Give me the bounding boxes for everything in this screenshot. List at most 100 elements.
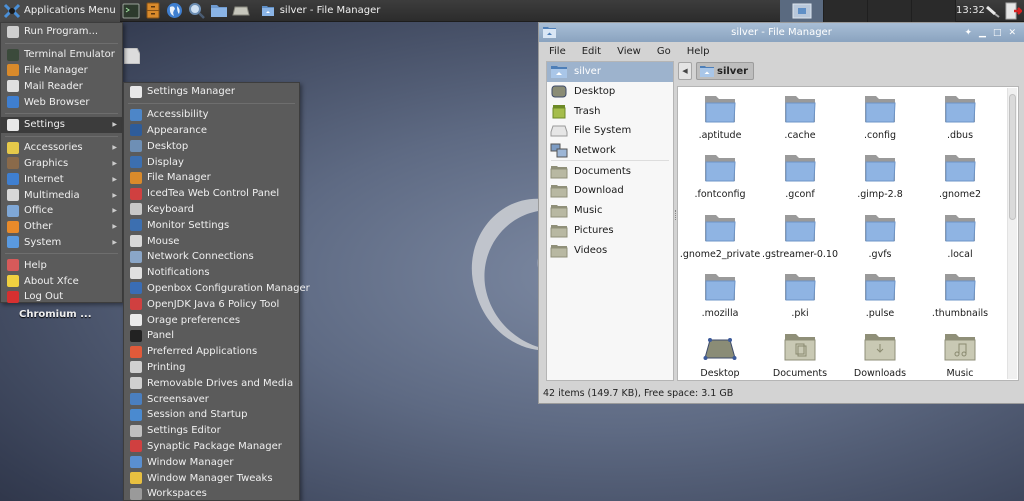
settings-item-openbox-configuration-manager[interactable]: Openbox Configuration Manager [124, 281, 310, 297]
vertical-scrollbar[interactable] [1007, 88, 1017, 379]
file-item[interactable]: .fontconfig [680, 146, 760, 205]
file-item[interactable]: .aptitude [680, 87, 760, 146]
file-item[interactable]: .pki [760, 265, 840, 324]
menu-item-system[interactable]: System ▶ [1, 235, 122, 251]
window-menu-icon[interactable] [543, 26, 556, 38]
file-item[interactable]: .gstreamer-0.10 [760, 206, 840, 265]
menubar-edit[interactable]: Edit [582, 46, 601, 57]
menu-item-other[interactable]: Other ▶ [1, 219, 122, 235]
settings-item-window-manager[interactable]: Window Manager [124, 454, 299, 470]
maximize-button-icon[interactable]: □ [993, 28, 1002, 38]
sidebar-item-download[interactable]: Download [547, 181, 673, 201]
menubar-file[interactable]: File [549, 46, 566, 57]
settings-item-session-and-startup[interactable]: Session and Startup [124, 407, 299, 423]
menu-item-web-browser[interactable]: Web Browser [1, 94, 122, 110]
applications-menu-button[interactable]: Applications Menu [0, 0, 120, 22]
menu-item-mail-reader[interactable]: Mail Reader [1, 78, 122, 94]
minimize-button-icon[interactable]: ▁ [979, 28, 986, 38]
settings-item-workspaces[interactable]: Workspaces [124, 486, 299, 501]
taskbar-button-file-manager[interactable]: silver - File Manager [254, 0, 389, 22]
menubar-go[interactable]: Go [657, 46, 671, 57]
file-manager-launcher[interactable] [142, 0, 164, 22]
workspace-3[interactable] [868, 0, 912, 22]
sidebar-item-pictures[interactable]: Pictures [547, 221, 673, 241]
file-item[interactable]: .dbus [920, 87, 1000, 146]
file-item[interactable]: Desktop [680, 325, 760, 380]
file-item[interactable]: Music [920, 325, 1000, 380]
file-item[interactable]: .config [840, 87, 920, 146]
clock[interactable]: 13:32 [956, 0, 985, 22]
settings-item-mouse[interactable]: Mouse [124, 233, 299, 249]
file-item[interactable]: .gnome2 [920, 146, 1000, 205]
settings-item-settings-editor[interactable]: Settings Editor [124, 423, 299, 439]
settings-item-icedtea-web-control-panel[interactable]: IcedTea Web Control Panel [124, 186, 299, 202]
home-folder-launcher[interactable] [208, 0, 230, 22]
desktop-drive-icon[interactable] [124, 48, 140, 64]
menu-item-file-manager[interactable]: File Manager [1, 63, 122, 79]
sidebar-item-videos[interactable]: Videos [547, 240, 673, 260]
file-item[interactable]: .pulse [840, 265, 920, 324]
scrollbar-thumb[interactable] [1009, 94, 1016, 220]
sidebar-item-network[interactable]: Network [547, 141, 673, 161]
settings-item-orage-preferences[interactable]: Orage preferences [124, 312, 299, 328]
settings-item-screensaver[interactable]: Screensaver [124, 391, 299, 407]
file-item[interactable]: .gnome2_private [680, 206, 760, 265]
settings-item-openjdk-java-6-policy-tool[interactable]: OpenJDK Java 6 Policy Tool [124, 296, 299, 312]
sidebar-item-file-system[interactable]: File System [547, 121, 673, 141]
file-item[interactable]: .gimp-2.8 [840, 146, 920, 205]
settings-item-display[interactable]: Display [124, 154, 299, 170]
window-titlebar[interactable]: silver - File Manager ✦ ▁ □ ✕ [539, 23, 1024, 42]
menu-item-multimedia[interactable]: Multimedia ▶ [1, 187, 122, 203]
file-item[interactable]: .gconf [760, 146, 840, 205]
workspace-2[interactable] [824, 0, 868, 22]
file-item[interactable]: Documents [760, 325, 840, 380]
menubar-view[interactable]: View [617, 46, 641, 57]
sidebar-item-silver[interactable]: silver [547, 62, 673, 82]
menu-item-help[interactable]: Help [1, 257, 122, 273]
settings-item-synaptic-package-manager[interactable]: Synaptic Package Manager [124, 439, 299, 455]
stick-button-icon[interactable]: ✦ [964, 28, 972, 38]
menu-item-settings[interactable]: Settings ▶ [1, 116, 122, 133]
settings-item-appearance[interactable]: Appearance [124, 123, 299, 139]
sidebar-item-documents[interactable]: Documents [547, 161, 673, 181]
settings-item-accessibility[interactable]: Accessibility [124, 107, 299, 123]
settings-item-desktop[interactable]: Desktop [124, 138, 299, 154]
menu-item-graphics[interactable]: Graphics ▶ [1, 156, 122, 172]
drive-launcher[interactable] [230, 0, 252, 22]
sidebar-item-desktop[interactable]: Desktop [547, 82, 673, 102]
file-item[interactable]: .local [920, 206, 1000, 265]
file-item[interactable]: Downloads [840, 325, 920, 380]
web-browser-launcher[interactable] [164, 0, 186, 22]
path-crumb-current[interactable]: silver [696, 62, 755, 80]
file-item[interactable]: .mozilla [680, 265, 760, 324]
settings-item-removable-drives-and-media[interactable]: Removable Drives and Media [124, 375, 299, 391]
menu-item-log-out[interactable]: Log Out [1, 289, 122, 305]
menubar-help[interactable]: Help [687, 46, 710, 57]
settings-item-printing[interactable]: Printing [124, 360, 299, 376]
settings-item-monitor-settings[interactable]: Monitor Settings [124, 217, 299, 233]
sidebar-item-trash[interactable]: Trash [547, 101, 673, 121]
settings-item-settings-manager[interactable]: Settings Manager [124, 84, 299, 100]
sidebar-item-music[interactable]: Music [547, 201, 673, 221]
settings-item-notifications[interactable]: Notifications [124, 265, 299, 281]
file-item[interactable]: .cache [760, 87, 840, 146]
menu-item-accessories[interactable]: Accessories ▶ [1, 140, 122, 156]
workspace-4[interactable] [912, 0, 956, 22]
menu-item-terminal-emulator[interactable]: Terminal Emulator [1, 47, 122, 63]
settings-item-panel[interactable]: Panel [124, 328, 299, 344]
desktop-chromium-label[interactable]: Chromium ... [19, 309, 92, 320]
file-item[interactable]: .thumbnails [920, 265, 1000, 324]
network-tray-icon[interactable] [984, 2, 1002, 20]
menu-item-office[interactable]: Office ▶ [1, 203, 122, 219]
file-item[interactable]: .gvfs [840, 206, 920, 265]
settings-item-network-connections[interactable]: Network Connections [124, 249, 299, 265]
workspace-1[interactable] [780, 0, 824, 22]
menu-item-about-xfce[interactable]: About Xfce [1, 273, 122, 289]
path-scroll-left-button[interactable]: ◀ [678, 62, 692, 80]
settings-item-file-manager[interactable]: File Manager [124, 170, 299, 186]
settings-item-keyboard[interactable]: Keyboard [124, 202, 299, 218]
close-button-icon[interactable]: ✕ [1008, 28, 1016, 38]
menu-item-run-program[interactable]: Run Program... [1, 24, 122, 40]
app-finder-launcher[interactable] [186, 0, 208, 22]
menu-item-internet[interactable]: Internet ▶ [1, 171, 122, 187]
